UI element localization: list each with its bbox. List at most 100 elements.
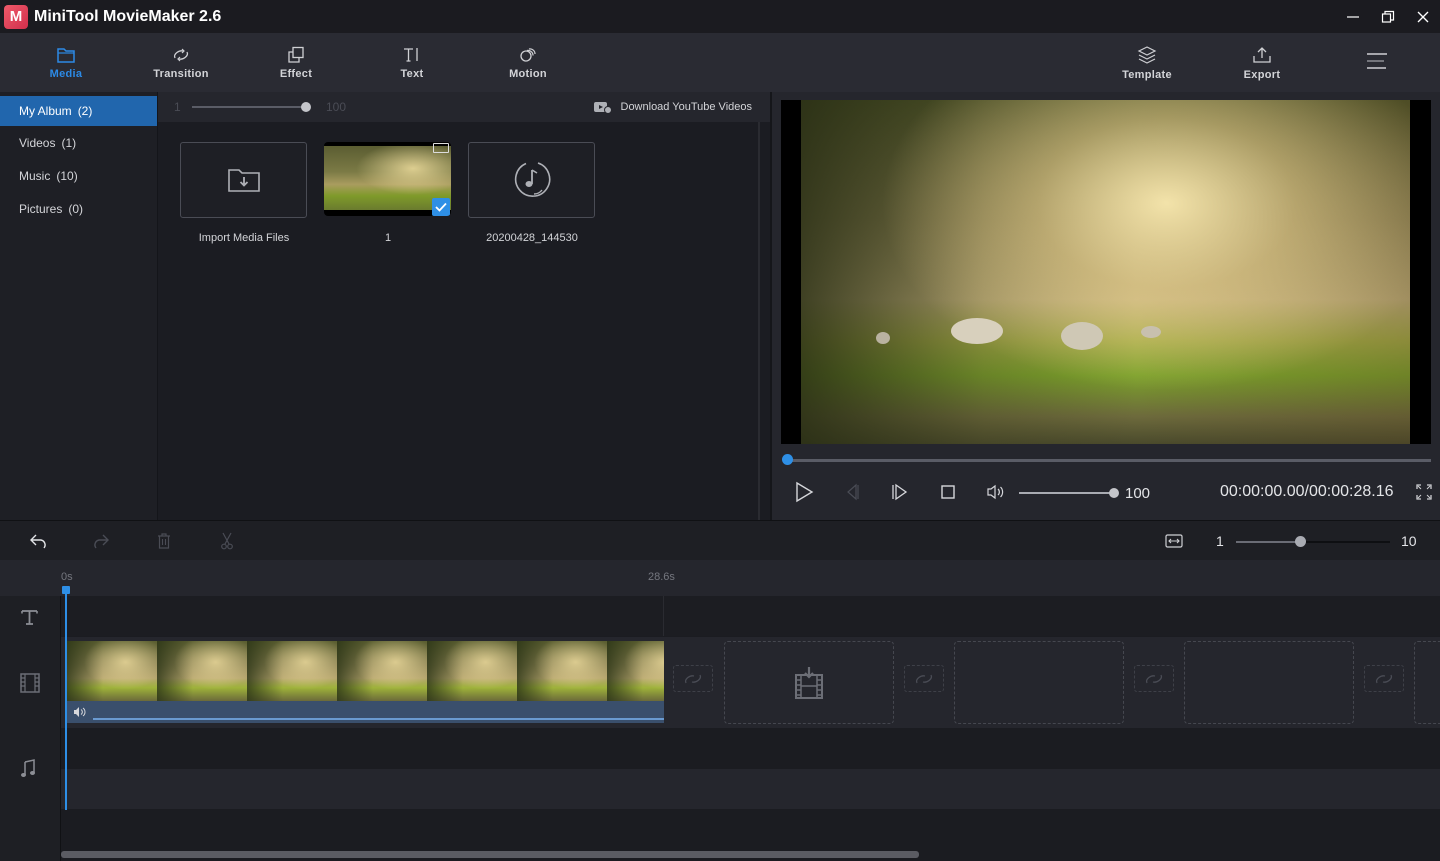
video-track[interactable] <box>61 637 1440 728</box>
transition-slot[interactable] <box>1364 665 1404 692</box>
previous-frame-button[interactable] <box>837 480 867 504</box>
volume-slider[interactable] <box>1019 492 1111 494</box>
timeline-zoom-track[interactable] <box>1300 541 1390 543</box>
transition-icon <box>915 674 933 683</box>
selected-checkbox[interactable] <box>432 198 450 216</box>
download-youtube-button[interactable]: Download YouTube Videos <box>593 100 752 114</box>
media-library-panel: 1 100 Download YouTube Videos Import Med… <box>157 92 770 520</box>
stop-button[interactable] <box>933 480 963 504</box>
split-button[interactable] <box>215 531 239 551</box>
thumb-size-max: 100 <box>326 100 347 114</box>
fullscreen-button[interactable] <box>1416 484 1432 505</box>
volume-button[interactable] <box>981 480 1011 504</box>
stop-icon <box>941 485 955 499</box>
video-preview[interactable] <box>781 100 1431 444</box>
empty-clip-slot[interactable] <box>724 641 894 724</box>
timeline-zoom-handle[interactable] <box>1295 536 1306 547</box>
next-frame-icon <box>892 483 908 501</box>
music-track[interactable] <box>61 769 1440 809</box>
volume-slider-handle[interactable] <box>1109 488 1119 498</box>
empty-clip-slot[interactable] <box>1184 641 1354 724</box>
clip-frame-thumbnail <box>247 641 337 701</box>
empty-clip-slot[interactable] <box>1414 641 1440 724</box>
seek-handle[interactable] <box>782 454 793 465</box>
seek-bar[interactable] <box>786 459 1431 462</box>
media-tile-video[interactable]: 1 <box>324 142 452 244</box>
clip-frame-thumbnail <box>517 641 607 701</box>
timeline-zoom-max: 10 <box>1401 533 1417 549</box>
app-logo: M <box>4 4 28 29</box>
layers-icon <box>1137 45 1157 64</box>
empty-clip-slot[interactable] <box>954 641 1124 724</box>
clip-frame-thumbnail <box>607 641 664 701</box>
transition-icon <box>1375 674 1393 683</box>
clip-frame-thumbnail <box>427 641 517 701</box>
playhead-handle[interactable] <box>62 586 70 594</box>
upload-icon <box>1253 46 1271 63</box>
tab-effect[interactable]: Effect <box>256 33 336 92</box>
main-toolbar: Media Transition Effect Text Motion Temp… <box>0 33 1440 92</box>
sidebar-item-music[interactable]: Music (10) <box>0 159 157 192</box>
delete-button[interactable] <box>152 531 176 551</box>
text-track[interactable] <box>61 596 1440 636</box>
speaker-icon <box>987 484 1004 500</box>
template-button[interactable]: Template <box>1107 33 1187 92</box>
music-note-icon <box>514 162 550 197</box>
import-media-tile[interactable]: Import Media Files <box>180 142 308 244</box>
undo-icon <box>30 534 46 549</box>
timeline-zoom-min: 1 <box>1216 533 1224 549</box>
tab-text[interactable]: Text <box>372 33 452 92</box>
trash-icon <box>158 533 170 549</box>
tab-motion[interactable]: Motion <box>488 33 568 92</box>
clip-audio-icon[interactable] <box>73 706 87 718</box>
sidebar-item-pictures[interactable]: Pictures (0) <box>0 192 157 225</box>
youtube-download-icon <box>593 102 612 114</box>
preview-panel: 100 00:00:00.00/00:00:28.16 <box>772 92 1440 520</box>
close-button[interactable] <box>1405 0 1440 33</box>
thumb-size-min: 1 <box>174 100 181 114</box>
transition-slot[interactable] <box>673 665 713 692</box>
clip-frame-thumbnail <box>337 641 427 701</box>
app-title: MiniTool MovieMaker 2.6 <box>34 7 222 25</box>
thumb-size-slider-handle[interactable] <box>301 102 311 112</box>
media-tile-music[interactable]: 20200428_144530 <box>468 142 596 244</box>
redo-button[interactable] <box>88 531 112 551</box>
minimize-button[interactable] <box>1335 0 1370 33</box>
text-track-icon <box>21 610 38 625</box>
next-frame-button[interactable] <box>885 480 915 504</box>
fit-to-width-icon <box>1165 534 1183 548</box>
video-clip[interactable] <box>67 641 664 723</box>
scissors-icon <box>221 532 233 550</box>
volume-value: 100 <box>1125 485 1151 502</box>
transition-slot[interactable] <box>1134 665 1174 692</box>
fit-timeline-button[interactable] <box>1162 531 1186 551</box>
clip-filmstrip <box>67 641 664 701</box>
sidebar-item-my-album[interactable]: My Album (2) <box>0 96 157 126</box>
playhead[interactable] <box>65 588 67 810</box>
thumb-size-slider[interactable] <box>192 106 306 108</box>
media-scrollbar[interactable] <box>758 122 760 520</box>
folder-icon <box>57 47 75 63</box>
minimize-icon <box>1346 15 1359 18</box>
media-header: 1 100 Download YouTube Videos <box>158 92 770 122</box>
timeline-ruler[interactable]: 0s 28.6s <box>0 560 1440 596</box>
timeline-tracks <box>61 596 1440 861</box>
play-icon <box>796 481 814 503</box>
menu-button[interactable] <box>1337 33 1417 92</box>
close-icon <box>1417 11 1428 22</box>
tab-transition[interactable]: Transition <box>141 33 221 92</box>
transition-slot[interactable] <box>904 665 944 692</box>
timeline-toolbar: 1 10 <box>0 520 1440 560</box>
tab-media[interactable]: Media <box>26 33 106 92</box>
undo-button[interactable] <box>27 531 51 551</box>
timeline-zoom-slider[interactable] <box>1236 541 1300 543</box>
motion-icon <box>520 47 536 62</box>
timeline-horizontal-scrollbar[interactable] <box>61 851 919 858</box>
audio-volume-line[interactable] <box>93 718 664 720</box>
previous-frame-icon <box>847 483 859 501</box>
sidebar-item-videos[interactable]: Videos (1) <box>0 126 157 159</box>
ruler-end-label: 28.6s <box>648 571 675 583</box>
restore-button[interactable] <box>1370 0 1405 33</box>
export-button[interactable]: Export <box>1222 33 1302 92</box>
play-button[interactable] <box>789 480 819 504</box>
